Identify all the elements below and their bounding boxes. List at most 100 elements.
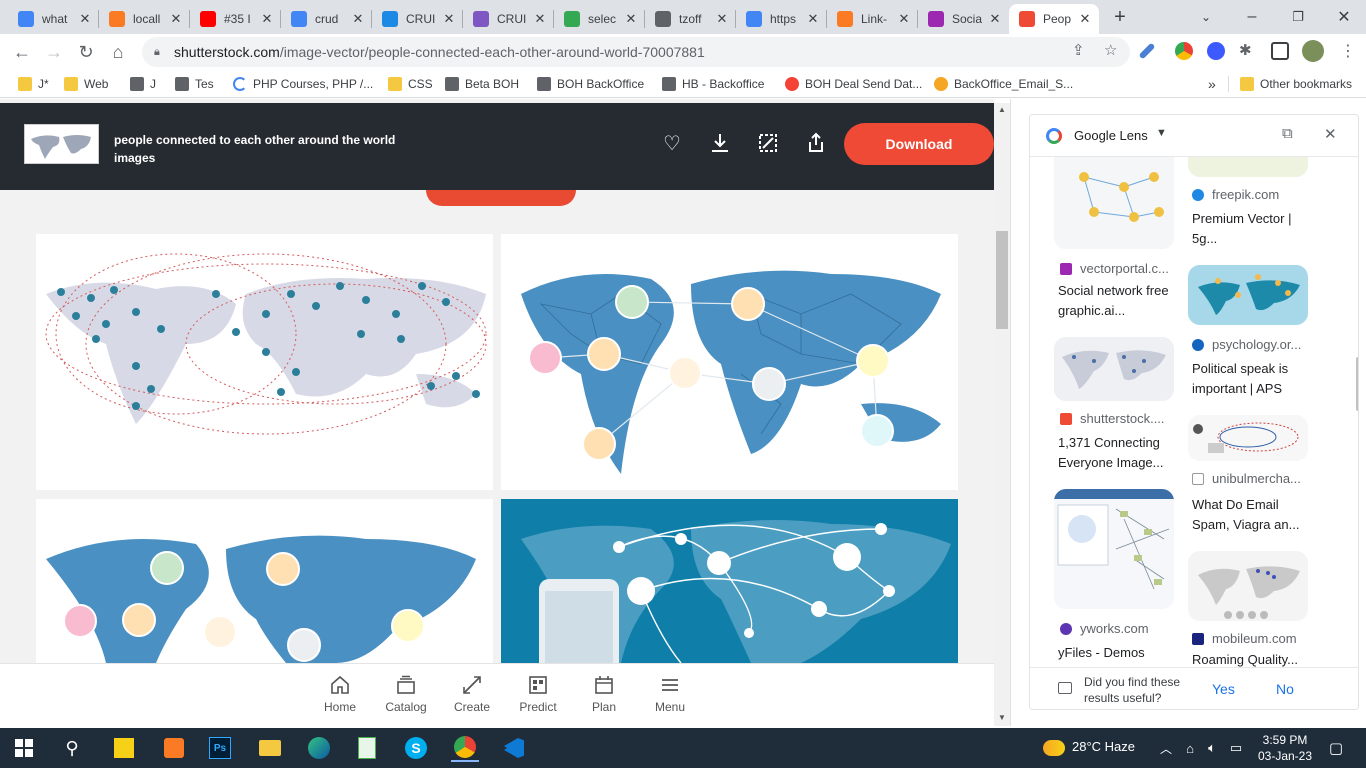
lens-result-image-r0[interactable] [1188,157,1308,177]
nav-predict[interactable]: Predict [508,674,568,714]
bookmark-3[interactable]: Tes [175,75,214,93]
bookmark-9[interactable]: BOH Deal Send Dat... [785,75,922,93]
side-panel-icon[interactable] [1271,42,1289,60]
result-image-1[interactable] [36,234,493,490]
page-scrollbar-thumb[interactable] [996,231,1008,329]
tab-7[interactable]: tzoff ✕ [645,4,736,34]
reload-icon[interactable]: ↻ [72,38,100,66]
home-icon[interactable]: ⌂ [104,38,132,66]
notepad-icon[interactable] [353,734,381,762]
vscode-icon[interactable] [500,734,528,762]
blue-extension-icon[interactable] [1207,42,1225,60]
display-icon[interactable]: ▭ [1222,734,1250,762]
nav-menu[interactable]: Menu [640,674,700,714]
new-tab-button[interactable]: + [1106,4,1134,30]
tab-1[interactable]: locall ✕ [99,4,190,34]
xampp-icon[interactable] [160,734,188,762]
tab-close-icon[interactable]: ✕ [896,11,912,27]
lens-result-image-r1[interactable] [1188,265,1308,325]
color-extension-icon[interactable] [1175,42,1193,60]
bookmark-4[interactable]: PHP Courses, PHP /... [233,75,373,93]
nav-catalog[interactable]: Catalog [376,674,436,714]
lens-result-title-r2[interactable]: What Do Email Spam, Viagra an... [1192,495,1310,535]
bookmark-star-icon[interactable]: ☆ [1104,41,1117,59]
profile-avatar[interactable] [1302,40,1324,62]
lens-result-title-2[interactable]: 1,371 Connecting Everyone Image... [1058,433,1176,473]
lens-result-image-r3[interactable] [1188,551,1308,621]
windows-start-icon[interactable] [10,734,38,762]
tab-close-icon[interactable]: ✕ [77,11,93,27]
file-explorer-icon[interactable] [256,734,284,762]
tab-close-icon[interactable]: ✕ [350,11,366,27]
tab-0[interactable]: what ✕ [8,4,99,34]
lens-result-image-r2[interactable] [1188,415,1308,461]
edge-icon[interactable] [305,734,333,762]
photoshop-icon[interactable]: Ps [206,734,234,762]
other-bookmarks[interactable]: Other bookmarks [1240,75,1352,93]
sticky-notes-icon[interactable] [110,734,138,762]
tab-close-icon[interactable]: ✕ [987,11,1003,27]
tab-close-icon[interactable]: ✕ [532,11,548,27]
weather-icon[interactable] [1040,734,1068,762]
minimize-icon[interactable]: – [1238,4,1266,30]
lens-result-source-r2[interactable]: unibulmercha... [1192,471,1301,486]
tab-11[interactable]: Peop ✕ [1009,4,1099,34]
lens-result-title-r0[interactable]: Premium Vector | 5g... [1192,209,1310,249]
nav-create[interactable]: Create [442,674,502,714]
tab-4[interactable]: CRUI ✕ [372,4,463,34]
lens-result-image-3[interactable] [1054,489,1174,609]
search-button-peek[interactable] [426,190,576,206]
tab-5[interactable]: CRUI ✕ [463,4,554,34]
lens-title[interactable]: Google Lens [1074,128,1148,143]
lens-result-source-2[interactable]: shutterstock.... [1060,411,1165,426]
open-new-tab-icon[interactable]: ⧉ [1282,125,1293,142]
address-bar[interactable]: 🔒︎ shutterstock.com/image-vector/people-… [142,37,1130,67]
tab-close-icon[interactable]: ✕ [805,11,821,27]
notifications-icon[interactable]: ▢ [1322,734,1350,762]
restore-icon[interactable]: ❐ [1284,4,1312,30]
lens-scrollbar-thumb[interactable] [1356,357,1358,411]
lens-result-source-1[interactable]: vectorportal.c... [1060,261,1169,276]
download-icon[interactable] [708,131,732,155]
tab-6[interactable]: selec ✕ [554,4,645,34]
extensions-puzzle-icon[interactable]: ✱ [1239,41,1252,59]
lens-result-image-2[interactable] [1054,337,1174,401]
bookmarks-overflow-icon[interactable]: » [1208,75,1216,93]
result-image-3[interactable] [36,499,493,663]
lens-result-title-r1[interactable]: Political speak is important | APS [1192,359,1310,399]
bookmark-0[interactable]: J* [18,75,49,93]
bookmark-2[interactable]: J [130,75,156,93]
bookmark-5[interactable]: CSS [388,75,433,93]
lens-result-source-r1[interactable]: psychology.or... [1192,337,1301,352]
skype-icon[interactable]: S [402,734,430,762]
download-button[interactable]: Download [844,123,994,165]
page-scrollbar[interactable]: ▲ ▼ [994,103,1010,726]
nav-home[interactable]: Home [310,674,370,714]
back-icon[interactable]: ← [8,38,36,66]
tab-close-icon[interactable]: ✕ [623,11,639,27]
lens-scrollbar[interactable] [1356,157,1358,667]
nav-plan[interactable]: Plan [574,674,634,714]
result-image-4[interactable] [501,499,958,663]
share-icon[interactable] [804,131,828,155]
tab-2[interactable]: #35 I ✕ [190,4,281,34]
clock[interactable]: 3:59 PM 03-Jan-23 [1250,732,1320,764]
tab-close-icon[interactable]: ✕ [1077,11,1093,27]
lens-result-source-r3[interactable]: mobileum.com [1192,631,1297,646]
lens-result-image-0[interactable] [1054,157,1174,249]
bookmark-8[interactable]: HB - Backoffice [662,75,764,93]
bookmark-6[interactable]: Beta BOH [445,75,519,93]
tab-9[interactable]: Link- ✕ [827,4,918,34]
chrome-menu-icon[interactable]: ⋮ [1340,41,1356,61]
bookmark-10[interactable]: BackOffice_Email_S... [934,75,1073,93]
scroll-down-icon[interactable]: ▼ [998,713,1006,722]
close-panel-icon[interactable]: ✕ [1324,125,1337,143]
edit-image-icon[interactable] [756,131,780,155]
share-icon[interactable]: ⇪ [1072,41,1085,59]
tab-close-icon[interactable]: ✕ [259,11,275,27]
bookmark-7[interactable]: BOH BackOffice [537,75,644,93]
close-window-icon[interactable]: ✕ [1330,4,1358,30]
weather-text[interactable]: 28°C Haze [1072,739,1135,754]
tab-3[interactable]: crud ✕ [281,4,372,34]
scroll-up-icon[interactable]: ▲ [998,105,1006,114]
